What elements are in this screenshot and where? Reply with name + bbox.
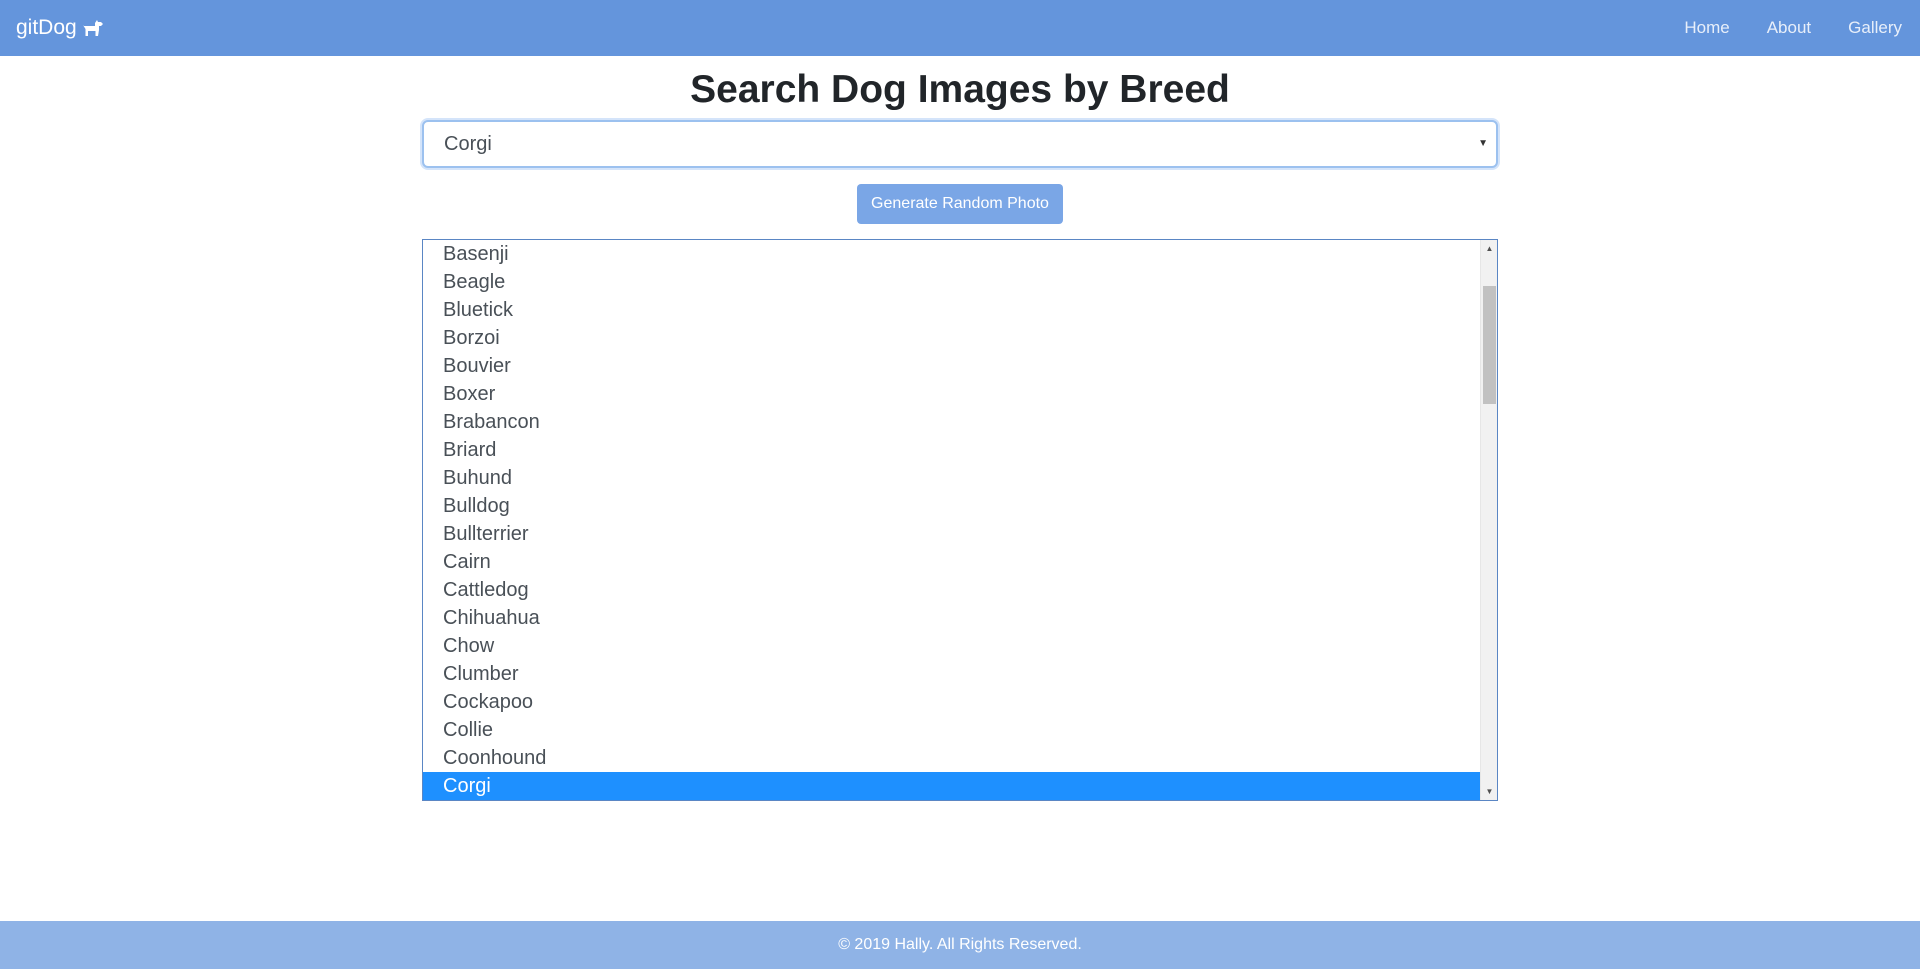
nav-about-link[interactable]: About: [1767, 18, 1811, 38]
listbox-scrollbar[interactable]: ▲ ▼: [1480, 240, 1497, 800]
breed-list-item[interactable]: Brabancon: [423, 408, 1480, 436]
breed-list-item[interactable]: Coonhound: [423, 744, 1480, 772]
breed-list-item[interactable]: Bullterrier: [423, 520, 1480, 548]
breed-list-item[interactable]: Bouvier: [423, 352, 1480, 380]
breed-list-item[interactable]: Bluetick: [423, 296, 1480, 324]
caret-down-icon: ▼: [1478, 138, 1488, 149]
breed-list-item[interactable]: Borzoi: [423, 324, 1480, 352]
breed-list-item[interactable]: Buhund: [423, 464, 1480, 492]
scroll-down-arrow-icon[interactable]: ▼: [1481, 783, 1497, 800]
scrollbar-thumb[interactable]: [1483, 286, 1496, 404]
page-title: Search Dog Images by Breed: [690, 68, 1230, 111]
breed-list-item[interactable]: Boxer: [423, 380, 1480, 408]
breed-list-item[interactable]: Cockapoo: [423, 688, 1480, 716]
breed-select[interactable]: Corgi ▼: [422, 120, 1498, 168]
scroll-up-arrow-icon[interactable]: ▲: [1481, 240, 1497, 257]
breed-list-item[interactable]: Briard: [423, 436, 1480, 464]
breed-list-item[interactable]: Chow: [423, 632, 1480, 660]
breed-list-item[interactable]: Basenji: [423, 240, 1480, 268]
breed-list-item[interactable]: Cattledog: [423, 576, 1480, 604]
breed-list-item[interactable]: Collie: [423, 716, 1480, 744]
breed-select-value: Corgi: [444, 132, 492, 155]
nav-home-link[interactable]: Home: [1684, 18, 1729, 38]
breed-list-item[interactable]: Bulldog: [423, 492, 1480, 520]
breed-list-item[interactable]: Beagle: [423, 268, 1480, 296]
breed-list-item[interactable]: Clumber: [423, 660, 1480, 688]
breed-list-item[interactable]: Cairn: [423, 548, 1480, 576]
brand-name: gitDog: [16, 16, 77, 39]
footer: © 2019 Hally. All Rights Reserved.: [0, 921, 1920, 969]
brand-link[interactable]: gitDog: [16, 16, 104, 40]
dog-icon: [82, 20, 103, 36]
generate-random-photo-button[interactable]: Generate Random Photo: [857, 184, 1063, 224]
nav-links: Home About Gallery: [1647, 18, 1904, 38]
breed-list-item[interactable]: Corgi: [423, 772, 1480, 800]
nav-gallery-link[interactable]: Gallery: [1848, 18, 1902, 38]
breed-listbox[interactable]: Basenji Beagle Bluetick Borzoi Bouvier Boxer B…: [422, 239, 1498, 801]
copyright-text: © 2019 Hally. All Rights Reserved.: [838, 936, 1082, 953]
breed-list-item[interactable]: Chihuahua: [423, 604, 1480, 632]
breed-list-items: Basenji Beagle Bluetick Borzoi Bouvier Boxer B…: [423, 240, 1497, 800]
navbar: gitDog Home About Gallery: [0, 0, 1920, 56]
